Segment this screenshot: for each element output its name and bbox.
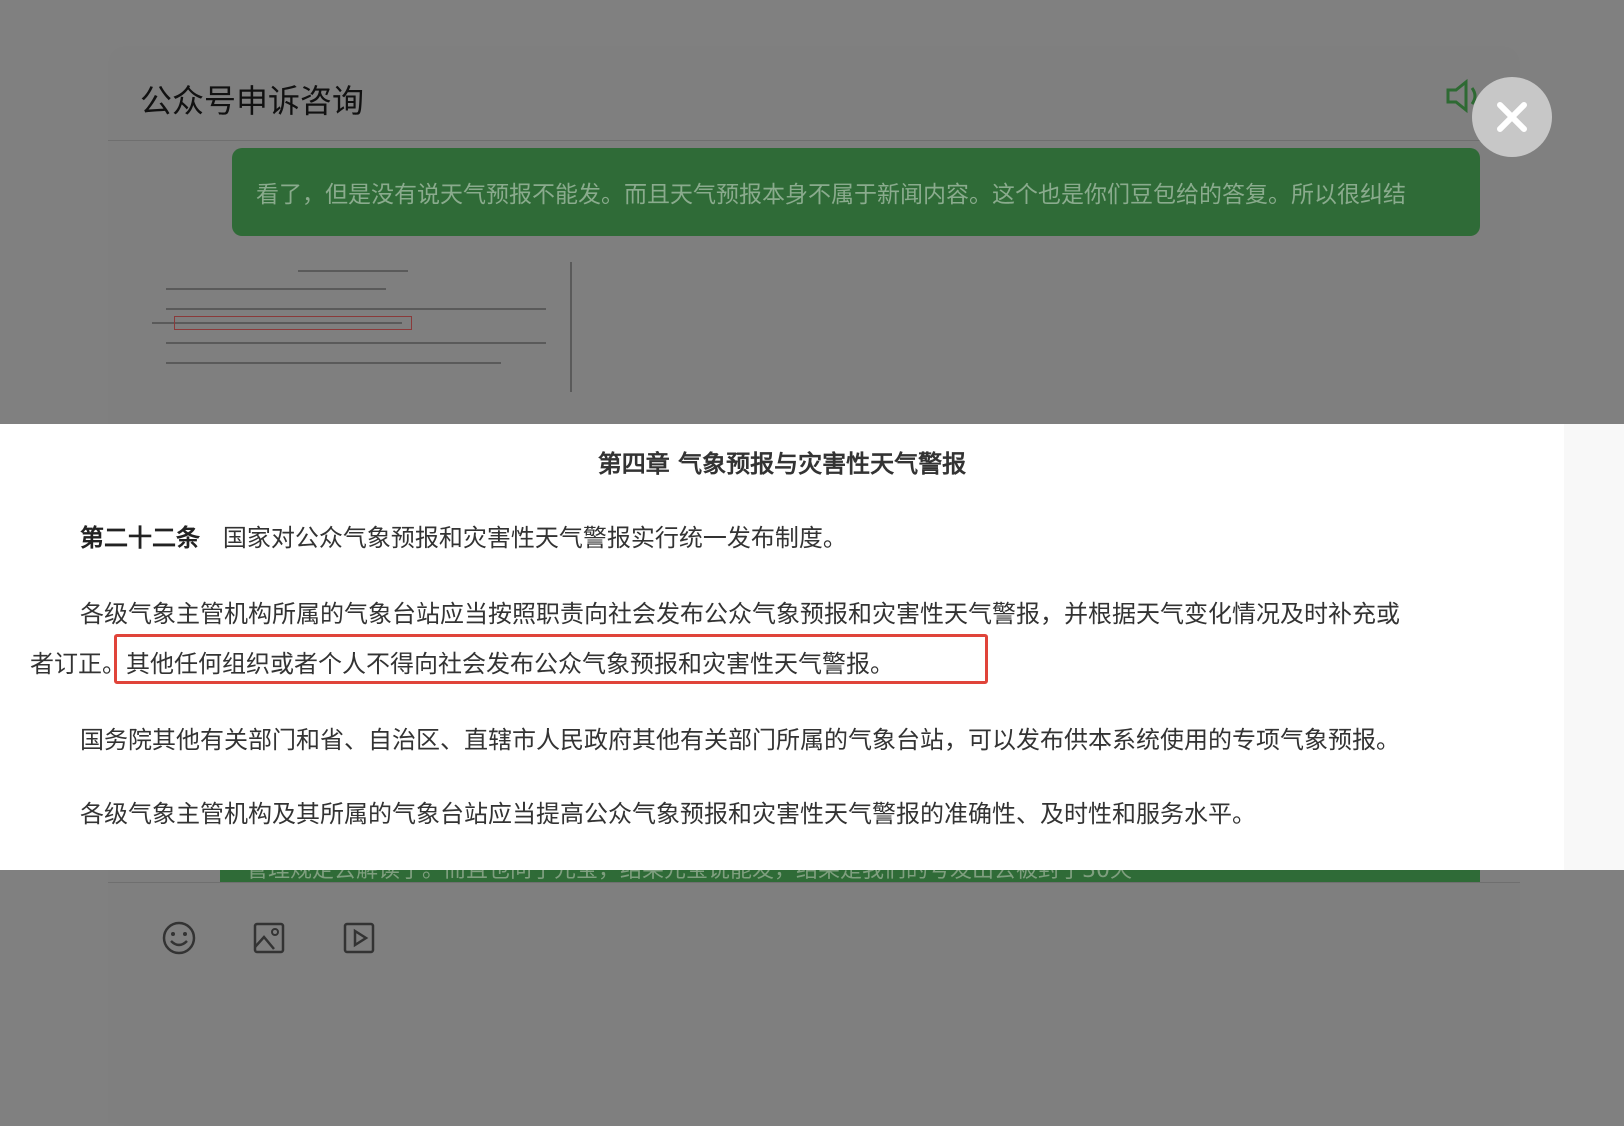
close-button[interactable]	[1472, 77, 1552, 157]
image-thumbnail[interactable]	[150, 262, 615, 392]
paragraph-3: 国务院其他有关部门和省、自治区、直辖市人民政府其他有关部门所属的气象台站，可以发…	[80, 726, 1400, 754]
article-label: 第二十二条	[80, 524, 200, 552]
paragraph-2-prefix: 者订正。	[30, 650, 126, 678]
chapter-title: 第四章 气象预报与灾害性天气警报	[597, 450, 967, 478]
article-text: 国家对公众气象预报和灾害性天气警报实行统一发布制度。	[222, 524, 847, 552]
chat-message-bubble: 看了，但是没有说天气预报不能发。而且天气预报本身不属于新闻内容。这个也是你们豆包…	[232, 148, 1480, 236]
paragraph-2-line-1: 各级气象主管机构所属的气象台站应当按照职责向社会发布公众气象预报和灾害性天气警报…	[80, 600, 1400, 628]
paragraph-4: 各级气象主管机构及其所属的气象台站应当提高公众气象预报和灾害性天气警报的准确性、…	[80, 800, 1256, 828]
emoji-icon[interactable]	[160, 919, 198, 957]
video-icon[interactable]	[340, 919, 378, 957]
close-icon	[1497, 102, 1527, 132]
preview-edge	[1564, 424, 1624, 870]
article-paragraph-1: 第二十二条 国家对公众气象预报和灾害性天气警报实行统一发布制度。	[80, 518, 847, 553]
message-composer[interactable]	[108, 882, 1520, 1123]
chat-header: 公众号申诉咨询	[108, 46, 1520, 141]
image-preview-document: 第四章 气象预报与灾害性天气警报 第二十二条 国家对公众气象预报和灾害性天气警报…	[0, 424, 1564, 870]
red-highlight-box	[114, 634, 988, 684]
image-icon[interactable]	[250, 919, 288, 957]
chat-title: 公众号申诉咨询	[140, 82, 365, 120]
